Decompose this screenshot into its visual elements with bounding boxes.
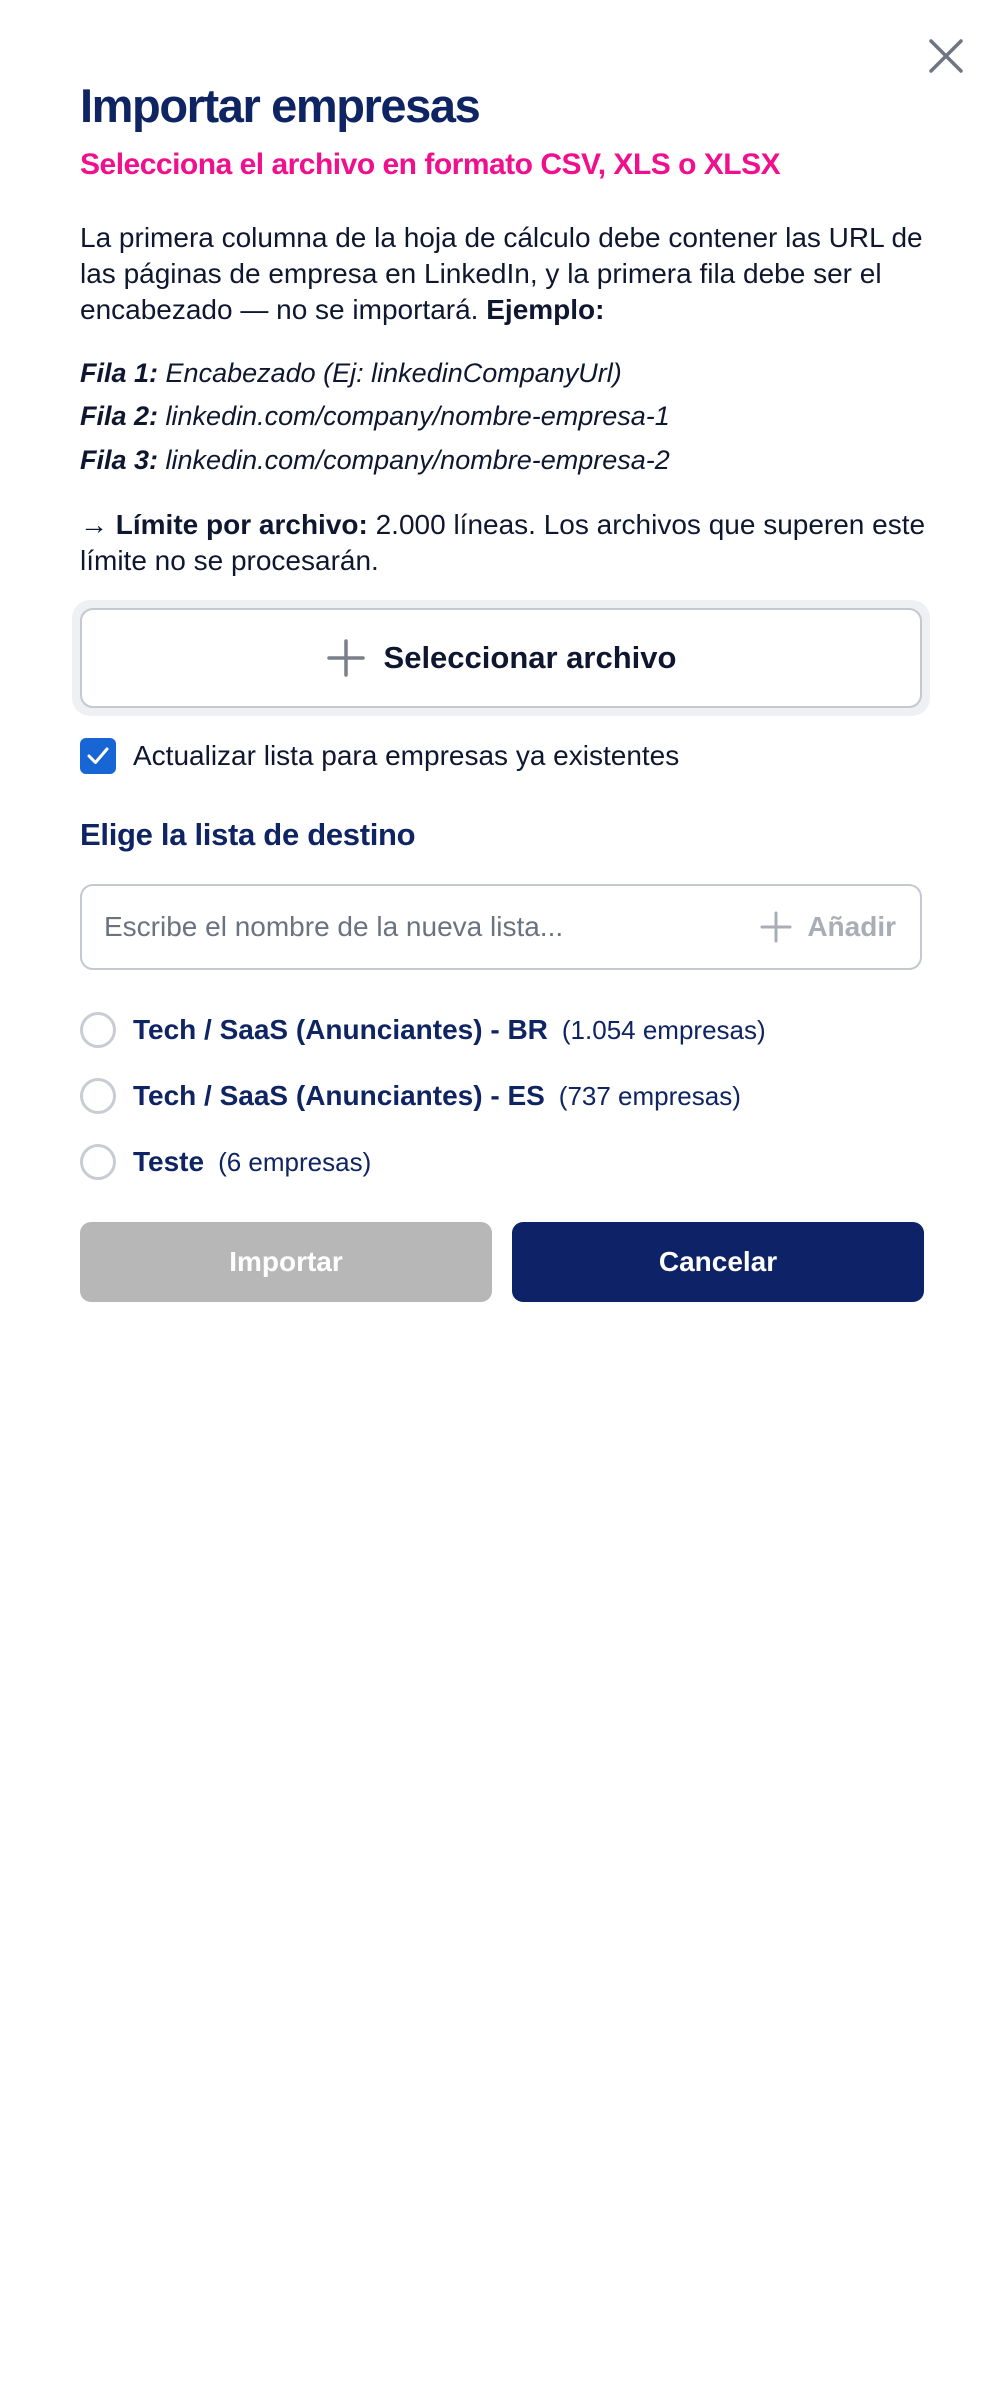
list-option-count: (737 empresas): [558, 1080, 741, 1111]
import-companies-modal: Importar empresas Selecciona el archivo …: [0, 0, 1000, 2400]
arrow-icon: →: [80, 509, 108, 540]
example-row-value: linkedin.com/company/nombre-empresa-1: [165, 401, 670, 431]
list-option-count: (1.054 empresas): [561, 1014, 766, 1045]
update-existing-row: Actualizar lista para empresas ya existe…: [80, 737, 679, 775]
new-list-field: Añadir: [80, 884, 922, 970]
close-button[interactable]: [920, 30, 972, 82]
example-row-2: Fila 2: linkedin.com/company/nombre-empr…: [80, 401, 940, 432]
list-option[interactable]: Teste (6 empresas): [80, 1142, 371, 1182]
list-option-name: Teste: [133, 1146, 205, 1177]
modal-subtitle: Selecciona el archivo en formato CSV, XL…: [80, 148, 781, 181]
new-list-input[interactable]: [104, 886, 704, 968]
list-option-name: Tech / SaaS (Anunciantes) - ES: [133, 1080, 545, 1111]
radio-button[interactable]: [80, 1144, 116, 1180]
checkmark-icon: [87, 747, 109, 764]
cancel-button[interactable]: Cancelar: [512, 1222, 924, 1302]
list-option-count: (6 empresas): [218, 1146, 372, 1177]
example-row-label: Fila 3:: [80, 445, 159, 475]
select-file-button[interactable]: Seleccionar archivo: [80, 608, 922, 708]
file-limit-label: Límite por archivo:: [115, 509, 368, 540]
example-row-label: Fila 2:: [80, 401, 159, 431]
plus-icon: [326, 639, 365, 677]
radio-button[interactable]: [80, 1078, 116, 1114]
list-option[interactable]: Tech / SaaS (Anunciantes) - BR (1.054 em…: [80, 1010, 766, 1050]
select-file-label: Seleccionar archivo: [383, 640, 677, 675]
example-row-3: Fila 3: linkedin.com/company/nombre-empr…: [80, 445, 940, 476]
example-row-value: Encabezado (Ej: linkedinCompanyUrl): [165, 358, 622, 388]
file-limit-text: → Límite por archivo: 2.000 líneas. Los …: [80, 507, 940, 579]
add-list-label: Añadir: [807, 911, 896, 942]
list-option[interactable]: Tech / SaaS (Anunciantes) - ES (737 empr…: [80, 1076, 741, 1116]
update-existing-checkbox[interactable]: [80, 738, 116, 774]
destination-list-title: Elige la lista de destino: [80, 817, 416, 852]
modal-title: Importar empresas: [80, 79, 481, 132]
update-existing-label[interactable]: Actualizar lista para empresas ya existe…: [133, 740, 679, 772]
example-label: Ejemplo:: [486, 294, 605, 325]
add-list-button[interactable]: Añadir: [759, 886, 896, 968]
plus-icon: [760, 911, 792, 943]
list-option-name: Tech / SaaS (Anunciantes) - BR: [133, 1014, 548, 1045]
import-button[interactable]: Importar: [80, 1222, 492, 1302]
example-row-label: Fila 1:: [80, 358, 159, 388]
example-row-value: linkedin.com/company/nombre-empresa-2: [165, 445, 670, 475]
instructions-text: La primera columna de la hoja de cálculo…: [80, 220, 940, 328]
radio-button[interactable]: [80, 1012, 116, 1048]
close-icon: [929, 39, 963, 73]
example-row-1: Fila 1: Encabezado (Ej: linkedinCompanyU…: [80, 358, 940, 389]
